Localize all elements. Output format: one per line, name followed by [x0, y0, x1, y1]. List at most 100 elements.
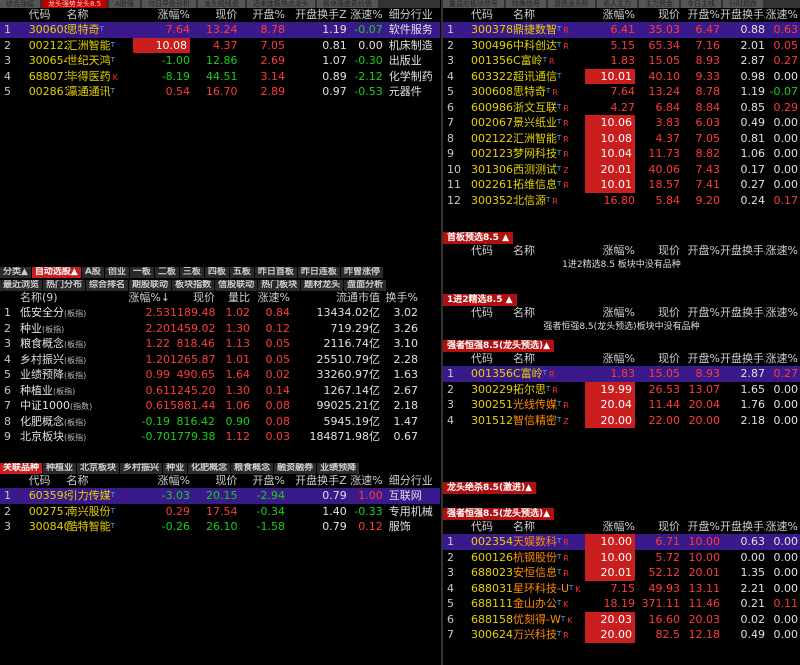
table-row[interactable]: 3 001356 C富岭T R 1.83 15.05 8.93 2.87 0.27	[443, 53, 800, 69]
sector-name-cell[interactable]: 中证1000(指数)	[20, 398, 125, 414]
stock-name-cell[interactable]: 景兴纸业T R	[513, 115, 585, 131]
tab-item[interactable]: 板块强盛竞价盘	[316, 0, 378, 8]
table-row[interactable]: 3 300840 酷特智能T -0.26 26.10 -1.58 0.79 0.12 服饰	[0, 519, 440, 535]
table-row[interactable]: 2 002757 南兴股份T 0.29 17.54 -0.34 1.40 -0.33 专用机械	[0, 504, 440, 520]
col-turnover[interactable]: 开盘换手Z	[720, 352, 765, 366]
col-name[interactable]: 名称	[513, 8, 585, 22]
stock-code[interactable]: 002067	[471, 115, 513, 131]
stock-code[interactable]: 002861	[29, 84, 67, 100]
col-change[interactable]: 涨幅%	[585, 520, 635, 534]
stock-code[interactable]: 300624	[471, 627, 513, 643]
col-sector-name[interactable]: 名称(9)	[20, 291, 125, 305]
col-industry[interactable]: 细分行业	[383, 474, 440, 488]
tab-item[interactable]: 关联品种	[0, 463, 44, 474]
tab-item[interactable]: 四板	[204, 267, 230, 278]
stock-name[interactable]: 安恒信息	[513, 566, 557, 579]
col-speed[interactable]: 涨速%	[765, 244, 798, 258]
col-speed[interactable]: 涨速%	[347, 8, 382, 22]
sector-tabs-row1[interactable]: 分类▲ 自动选股▲ A股 创业 一板 二板 三板 四板 五板 昨日首板 昨日连板 昨曾涨停	[0, 267, 440, 278]
col-open[interactable]: 开盘%	[680, 352, 720, 366]
col-market-value[interactable]: 流通市值	[290, 291, 380, 305]
col-price[interactable]: 现价	[190, 8, 237, 22]
col-industry[interactable]: 细分行业	[383, 8, 440, 22]
sector-name-cell[interactable]: 北京板块(板指)	[20, 429, 125, 445]
stock-code[interactable]: 002122	[471, 131, 513, 147]
sector-row[interactable]: 2 种业(板指) 2.20 1459.02 1.30 0.12 719.29亿 3.26	[0, 321, 440, 337]
table-row[interactable]: 1 002354 天娱数科T R 10.00 6.71 10.00 0.63 0.00	[443, 534, 800, 550]
stock-name-cell[interactable]: 瀛通通讯T	[67, 84, 133, 100]
stock-name-cell[interactable]: 毕得医药 K	[67, 69, 133, 85]
section-title[interactable]: 强者恒强8.5(龙头预选)▲	[443, 508, 800, 520]
table-row[interactable]: 11 002261 拓维信息T R 10.01 18.57 7.41 0.27 0.00	[443, 177, 800, 193]
sector-name[interactable]: 粮食概念	[20, 337, 64, 350]
table-row[interactable]: 7 002067 景兴纸业T R 10.06 3.83 6.03 0.49 0.00	[443, 115, 800, 131]
tab-item[interactable]: 热门分布	[43, 280, 87, 291]
stock-name-cell[interactable]: 优刻得-WT K	[513, 612, 585, 628]
col-turnover[interactable]: 开盘换手Z	[720, 306, 765, 320]
sector-name-cell[interactable]: 粮食概念(板指)	[20, 336, 125, 352]
table-row[interactable]: 2 300229 拓尔思T R 19.99 26.53 13.07 1.65 0.00	[443, 381, 800, 398]
stock-code[interactable]: 688023	[471, 565, 513, 581]
stock-name-cell[interactable]: C富岭T R	[513, 53, 585, 69]
sector-row[interactable]: 6 种植业(板指) 0.61 1245.20 1.30 0.14 1267.14亿 2.67	[0, 383, 440, 399]
col-name[interactable]: 名称	[513, 244, 585, 258]
col-price[interactable]: 现价	[170, 291, 215, 305]
table-row[interactable]: 1 001356 C富岭T R 1.83 15.05 8.93 2.87 0.27	[443, 366, 800, 382]
sector-row[interactable]: 4 乡村振兴(板指) 1.20 1265.87 1.01 0.05 25510.79亿 2.2…	[0, 352, 440, 368]
top-tabs-right[interactable]: 量益应板块信号 特殊信号 游资龙头阶 毛人主力 主力资金 今日主线 分时超跌	[443, 0, 800, 8]
stock-name[interactable]: 超讯通信	[513, 70, 557, 83]
stock-name[interactable]: 引力传媒	[67, 489, 111, 502]
col-change[interactable]: 涨幅%	[133, 474, 189, 488]
stock-name-cell[interactable]: 浙文互联T R	[513, 100, 585, 116]
sector-name[interactable]: 中证1000	[20, 399, 70, 412]
stock-code[interactable]: 688158	[471, 612, 513, 628]
col-price[interactable]: 现价	[635, 8, 680, 22]
stock-name-cell[interactable]: 超讯通信T	[513, 69, 585, 85]
col-code[interactable]: 代码	[471, 8, 513, 22]
stock-name-cell[interactable]: 万兴科技T R	[513, 627, 585, 643]
sector-name[interactable]: 种业	[20, 322, 42, 335]
stock-name-cell[interactable]: 拓维信息T R	[513, 177, 585, 193]
stock-name[interactable]: 星环科技-U	[513, 582, 569, 595]
tab-item[interactable]: 题材龙头	[301, 280, 345, 291]
stock-name[interactable]: 瀛通通讯	[67, 85, 111, 98]
stock-name[interactable]: 毕得医药	[67, 70, 111, 83]
tab-item[interactable]: 昨日连板	[297, 267, 341, 278]
tab-item[interactable]: 龙头强势龙头8.5	[42, 0, 108, 8]
tab-item[interactable]: 乌日早盘分析	[141, 0, 196, 8]
stock-name[interactable]: 梦网科技	[513, 147, 557, 160]
tab-item[interactable]: 五板	[229, 267, 255, 278]
stock-code[interactable]: 300229	[471, 382, 513, 398]
col-price[interactable]: 现价	[190, 474, 237, 488]
tab-item[interactable]: 三板	[179, 267, 205, 278]
stock-name-cell[interactable]: 引力传媒T	[67, 488, 133, 504]
table-row[interactable]: 6 600986 浙文互联T R 4.27 6.84 8.84 0.85 0.29	[443, 100, 800, 116]
tab-item[interactable]: 期股联动	[129, 280, 173, 291]
col-code[interactable]: 代码	[28, 474, 66, 488]
sector-name-cell[interactable]: 业绩预降(板指)	[20, 367, 125, 383]
table-row[interactable]: 9 002123 梦网科技T R 10.04 11.73 8.82 1.06 0.00	[443, 146, 800, 162]
col-open[interactable]: 开盘%	[680, 520, 720, 534]
col-code[interactable]: 代码	[28, 8, 66, 22]
sector-name[interactable]: 北京板块	[20, 430, 64, 443]
tab-item[interactable]: 种植业	[43, 463, 78, 474]
col-turnover[interactable]: 换手%	[380, 291, 418, 305]
table-row[interactable]: 8 002122 汇洲智能T R 10.08 4.37 7.05 0.81 0.00	[443, 130, 800, 147]
stock-name-cell[interactable]: 光线传媒T R	[513, 397, 585, 413]
stock-name[interactable]: 思特奇	[67, 23, 100, 36]
col-name[interactable]: 名称	[66, 8, 132, 22]
sector-name-cell[interactable]: 化肥概念(板指)	[20, 414, 125, 430]
col-open[interactable]: 开盘%	[237, 474, 284, 488]
stock-name[interactable]: 汇洲智能	[67, 39, 111, 52]
col-volume-ratio[interactable]: 量比	[215, 291, 250, 305]
col-change[interactable]: 涨幅%	[585, 8, 635, 22]
stock-name[interactable]: 北信源	[513, 194, 546, 207]
stock-code[interactable]: 600126	[471, 550, 513, 566]
tab-item[interactable]: 近来连板热点龙头	[246, 0, 315, 8]
tab-item[interactable]: 分时超跌	[723, 0, 763, 8]
tab-item[interactable]: 分类▲	[0, 267, 32, 278]
stock-code[interactable]: 301306	[471, 162, 513, 178]
col-open[interactable]: 开盘%	[680, 8, 720, 22]
col-turnover[interactable]: 开盘换手Z	[285, 474, 347, 488]
col-change[interactable]: 涨幅%	[585, 306, 635, 320]
